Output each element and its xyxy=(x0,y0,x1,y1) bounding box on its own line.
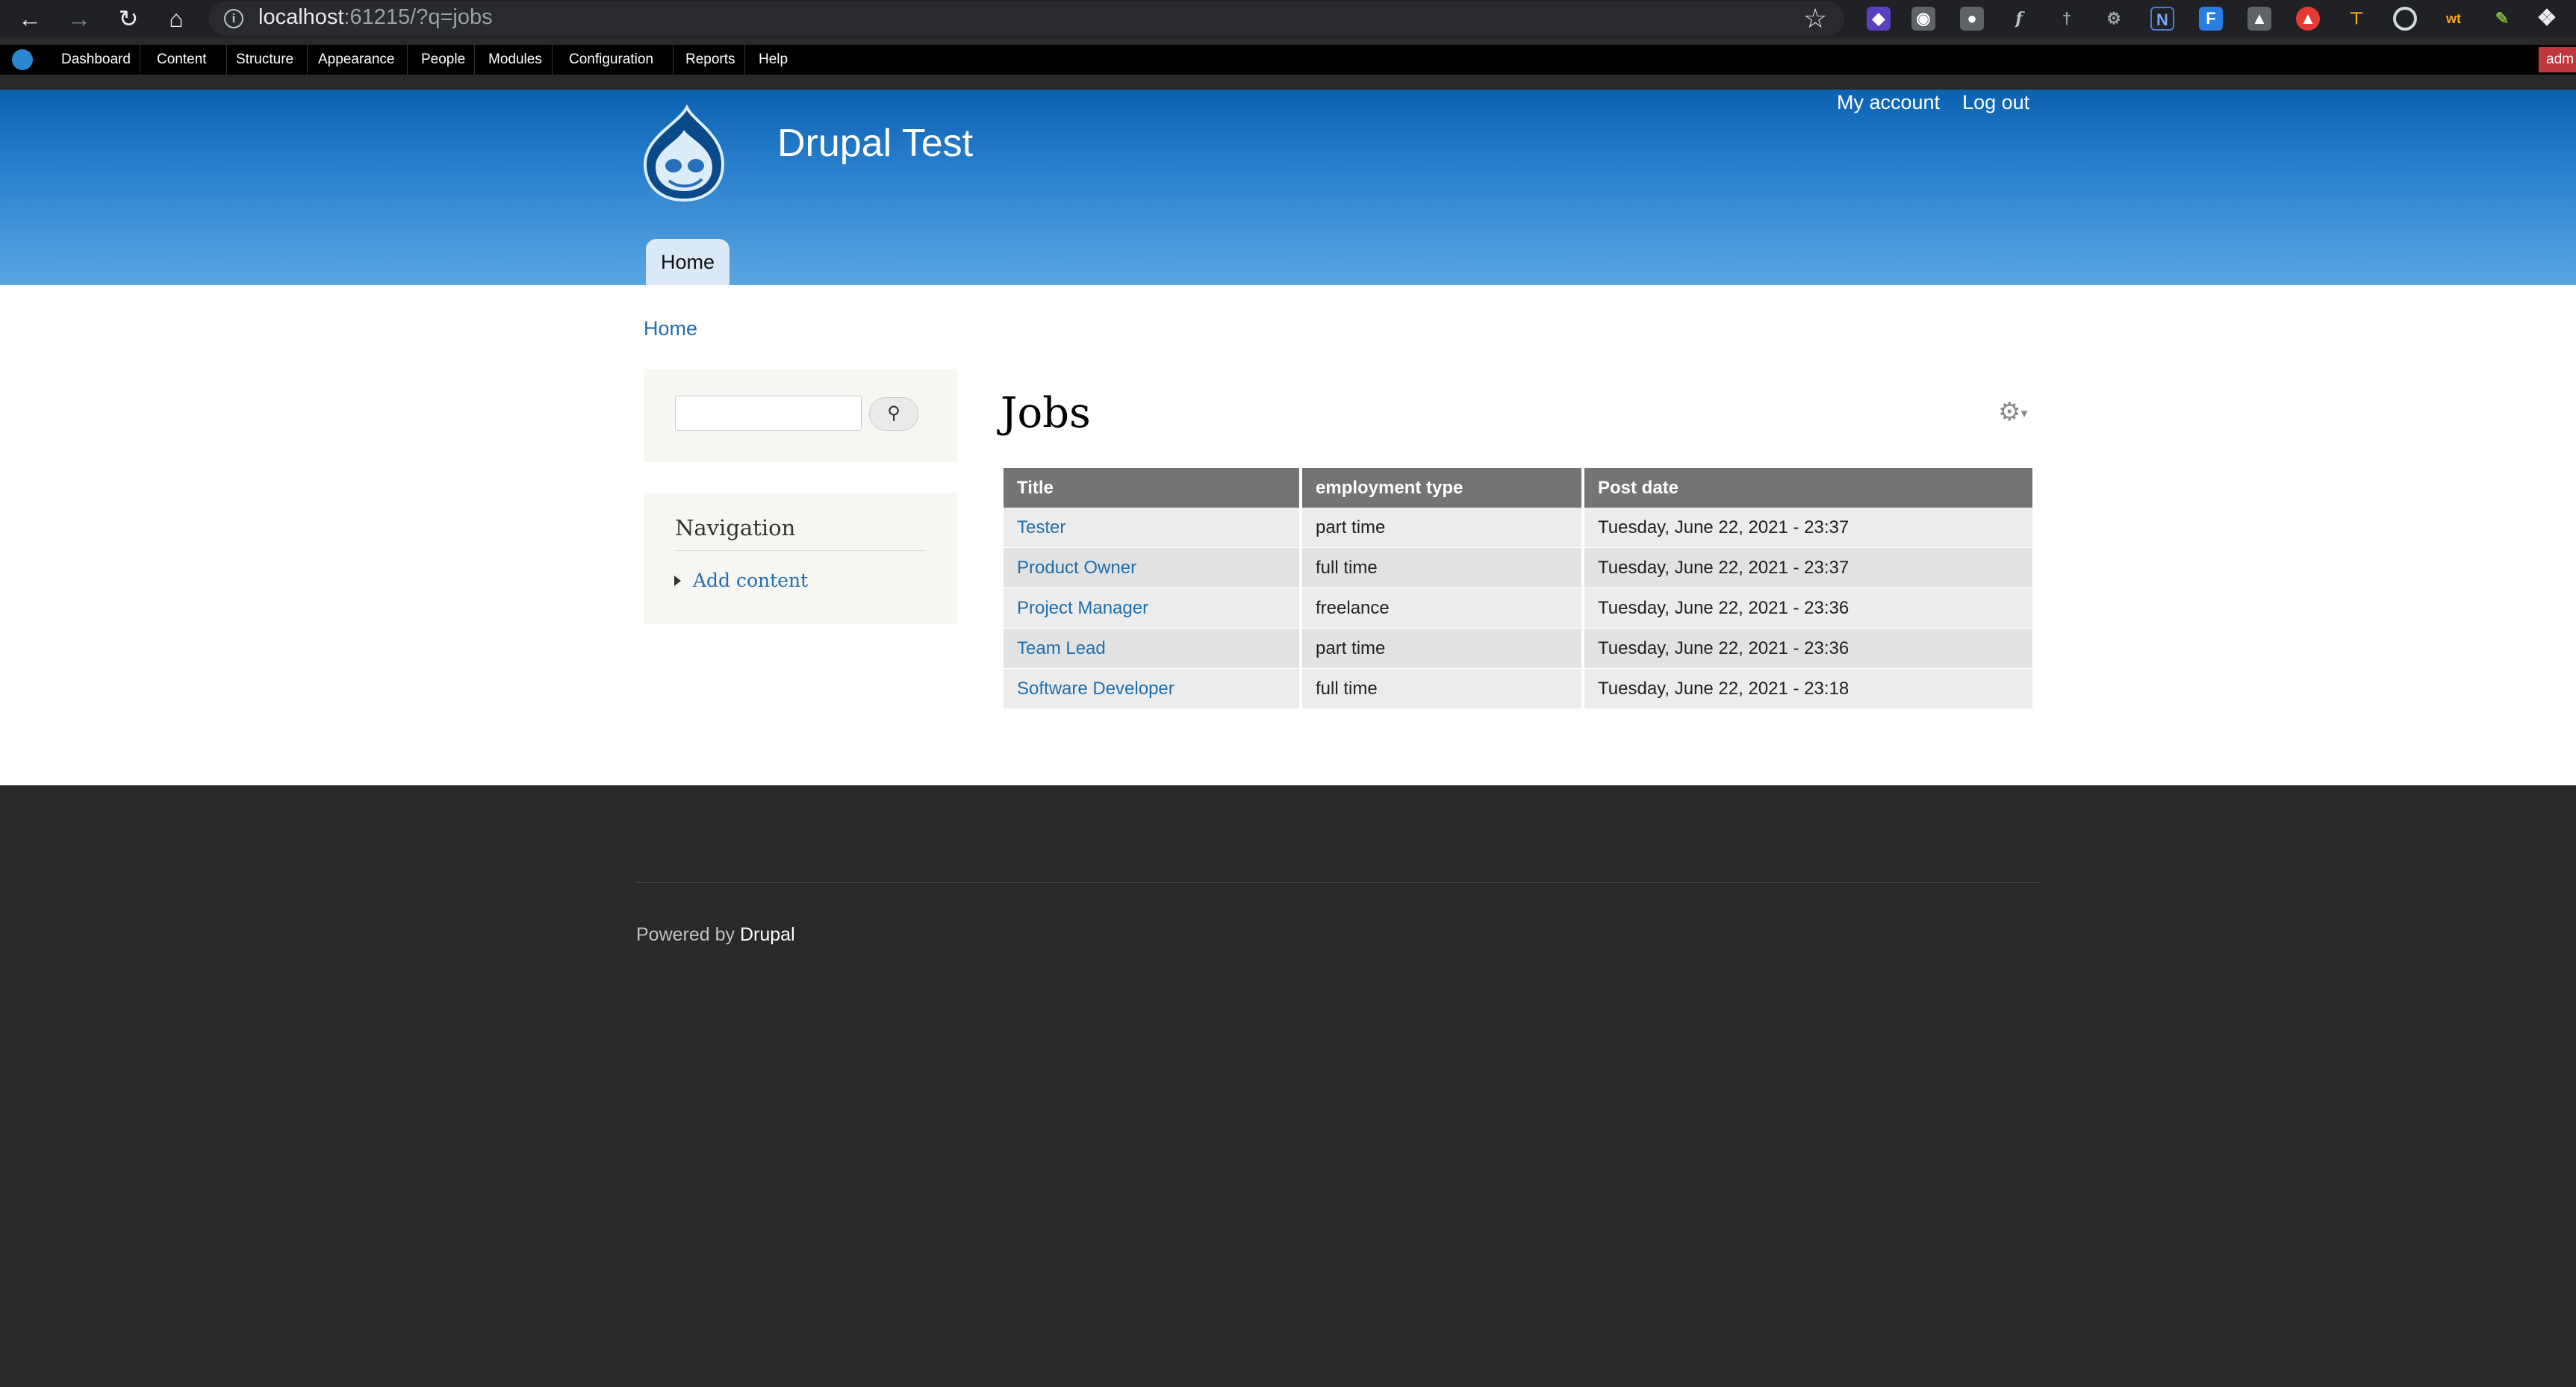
site-info-icon[interactable]: i xyxy=(224,9,243,28)
tab-home[interactable]: Home xyxy=(646,239,729,285)
extension-icon[interactable]: ▲ xyxy=(2247,7,2271,31)
secondary-menu: My account Log out xyxy=(1837,91,2052,114)
toolbar-item-appearance[interactable]: Appearance xyxy=(308,45,408,75)
drupal-home-icon[interactable] xyxy=(12,49,33,70)
extension-icon[interactable]: ⊤ xyxy=(2345,7,2368,31)
extension-icon[interactable]: wt xyxy=(2442,7,2465,31)
toolbar-item-content[interactable]: Content xyxy=(148,45,227,75)
table-row: Project Manager freelance Tuesday, June … xyxy=(1004,588,2032,629)
my-account-link[interactable]: My account xyxy=(1837,91,1940,113)
browser-toolbar: ← → ↻ ⌂ i localhost:61215/?q=jobs ☆ ◆ ◉ … xyxy=(0,0,2576,37)
employment-type-cell: part time xyxy=(1302,508,1584,548)
footer-divider xyxy=(636,882,2040,883)
post-date-cell: Tuesday, June 22, 2021 - 23:18 xyxy=(1584,669,2032,709)
drupal-link[interactable]: Drupal xyxy=(740,924,795,945)
font-extension-icon[interactable]: f xyxy=(2007,7,2031,31)
toolbar-item-dashboard[interactable]: Dashboard xyxy=(52,45,140,75)
job-title-link[interactable]: Product Owner xyxy=(1004,548,1302,588)
reload-icon[interactable]: ↻ xyxy=(113,4,143,34)
job-title-link[interactable]: Team Lead xyxy=(1004,629,1302,669)
drupal-logo-icon[interactable] xyxy=(641,105,729,202)
navigation-title: Navigation xyxy=(675,515,796,540)
admin-toolbar: Dashboard Content Structure Appearance P… xyxy=(0,45,2576,75)
post-date-cell: Tuesday, June 22, 2021 - 23:37 xyxy=(1584,508,2032,548)
extension-icon[interactable]: ✎ xyxy=(2490,7,2514,31)
footer-credit-prefix: Powered by xyxy=(636,924,735,945)
job-title-link[interactable]: Software Developer xyxy=(1004,669,1302,709)
toolbar-item-help[interactable]: Help xyxy=(745,45,805,75)
triangle-right-icon xyxy=(674,576,681,586)
extension-icon[interactable]: N xyxy=(2150,7,2174,31)
toolbar-user-button[interactable]: adm xyxy=(2539,47,2576,72)
post-date-cell: Tuesday, June 22, 2021 - 23:36 xyxy=(1584,629,2032,669)
search-input[interactable] xyxy=(675,396,862,431)
add-content-link[interactable]: Add content xyxy=(693,570,808,591)
post-date-cell: Tuesday, June 22, 2021 - 23:36 xyxy=(1584,588,2032,629)
toolbar-item-modules[interactable]: Modules xyxy=(475,45,553,75)
site-name[interactable]: Drupal Test xyxy=(777,121,973,166)
site-header xyxy=(0,90,2576,285)
column-header-title[interactable]: Title xyxy=(1004,468,1302,508)
table-row: Team Lead part time Tuesday, June 22, 20… xyxy=(1004,629,2032,669)
employment-type-cell: full time xyxy=(1302,548,1584,588)
extension-icon[interactable]: † xyxy=(2055,7,2079,31)
extension-icon[interactable]: ◆ xyxy=(1867,7,1891,31)
log-out-link[interactable]: Log out xyxy=(1962,91,2029,113)
page-title: Jobs xyxy=(1001,389,1091,437)
camera-extension-icon[interactable]: ◉ xyxy=(1911,7,1935,31)
column-header-post-date[interactable]: Post date xyxy=(1584,468,2032,508)
search-button[interactable]: ⚲ xyxy=(869,397,918,431)
table-header-row: Title employment type Post date xyxy=(1004,468,2032,508)
bookmark-star-icon[interactable]: ☆ xyxy=(1803,3,1827,34)
search-icon: ⚲ xyxy=(887,403,900,423)
gear-extension-icon[interactable]: ⚙ xyxy=(2102,7,2126,31)
navigation-divider xyxy=(675,550,926,551)
puzzle-extensions-icon[interactable]: ❖ xyxy=(2535,7,2559,31)
back-icon[interactable]: ← xyxy=(15,4,45,34)
toolbar-item-configuration[interactable]: Configuration xyxy=(553,45,673,75)
job-title-link[interactable]: Tester xyxy=(1004,508,1302,548)
table-row: Product Owner full time Tuesday, June 22… xyxy=(1004,548,2032,588)
extension-icon[interactable]: ▲ xyxy=(2296,7,2320,31)
jobs-table: Title employment type Post date Tester p… xyxy=(1004,468,2032,709)
url-path: :61215/?q=jobs xyxy=(343,5,493,29)
toolbar-item-structure[interactable]: Structure xyxy=(227,45,308,75)
gear-icon[interactable]: ⚙▾ xyxy=(1998,397,2028,427)
table-row: Tester part time Tuesday, June 22, 2021 … xyxy=(1004,508,2032,548)
table-row: Software Developer full time Tuesday, Ju… xyxy=(1004,669,2032,709)
url-text[interactable]: localhost:61215/?q=jobs xyxy=(258,5,493,30)
extension-icon[interactable] xyxy=(2393,7,2417,31)
column-header-employment-type[interactable]: employment type xyxy=(1302,468,1584,508)
extension-icon[interactable]: ● xyxy=(1960,7,1984,31)
job-title-link[interactable]: Project Manager xyxy=(1004,588,1302,629)
toolbar-item-people[interactable]: People xyxy=(408,45,475,75)
toolbar-item-reports[interactable]: Reports xyxy=(673,45,745,75)
employment-type-cell: part time xyxy=(1302,629,1584,669)
post-date-cell: Tuesday, June 22, 2021 - 23:37 xyxy=(1584,548,2032,588)
url-host: localhost xyxy=(258,5,344,29)
employment-type-cell: full time xyxy=(1302,669,1584,709)
chevron-down-icon: ▾ xyxy=(2020,405,2028,421)
footer-credit: Powered by Drupal xyxy=(636,924,795,946)
employment-type-cell: freelance xyxy=(1302,588,1584,629)
breadcrumb-home-link[interactable]: Home xyxy=(644,317,697,340)
navigation-block xyxy=(644,493,957,624)
forward-icon[interactable]: → xyxy=(64,4,94,34)
home-icon[interactable]: ⌂ xyxy=(161,4,191,34)
extension-icon[interactable]: F xyxy=(2199,7,2223,31)
